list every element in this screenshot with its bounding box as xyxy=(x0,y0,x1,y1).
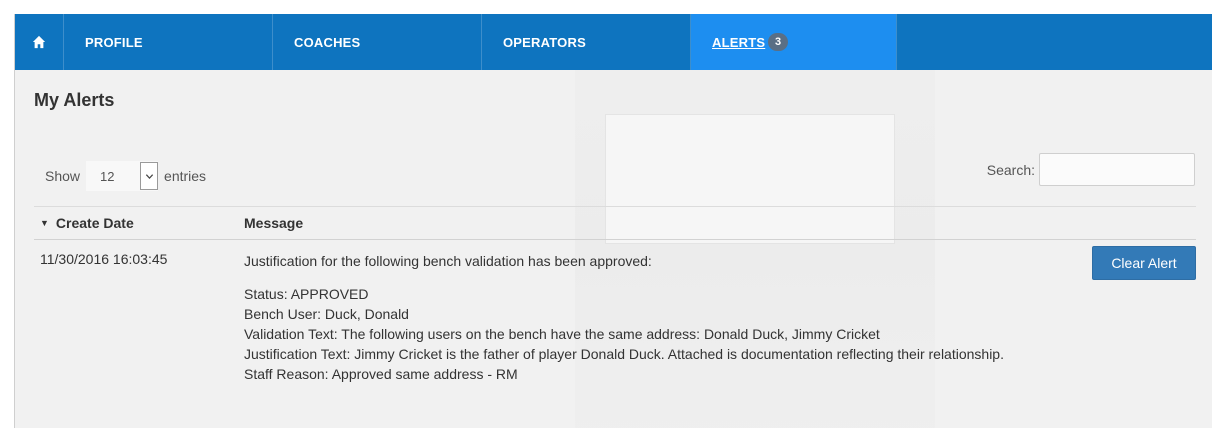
table-row: 11/30/2016 16:03:45 Justification for th… xyxy=(34,240,1196,384)
alert-message: Justification for the following bench va… xyxy=(244,251,1074,384)
alert-detail-staff-reason: Staff Reason: Approved same address - RM xyxy=(244,366,518,382)
sort-desc-icon: ▼ xyxy=(40,218,49,228)
entries-label: entries xyxy=(164,168,207,184)
search-label: Search: xyxy=(986,161,1035,178)
column-header-label: Create Date xyxy=(55,215,134,231)
alert-create-date: 11/30/2016 16:03:45 xyxy=(40,251,168,267)
nav-tab-label: PROFILE xyxy=(85,34,143,50)
show-label: Show xyxy=(45,168,81,184)
alert-detail-bench-user: Bench User: Duck, Donald xyxy=(244,306,409,322)
alert-detail-status: Status: APPROVED xyxy=(244,286,369,302)
alert-detail-validation-text: Validation Text: The following users on … xyxy=(244,326,880,342)
nav-tab-alerts[interactable]: ALERTS 3 xyxy=(691,14,897,70)
nav-tab-label: ALERTS xyxy=(712,34,766,50)
nav-tab-operators[interactable]: OPERATORS xyxy=(482,14,691,70)
nav-tab-profile[interactable]: PROFILE xyxy=(64,14,273,70)
alerts-count-badge: 3 xyxy=(768,33,789,51)
clear-alert-button[interactable]: Clear Alert xyxy=(1092,246,1196,280)
top-navbar: PROFILE COACHES OPERATORS ALERTS 3 xyxy=(15,14,1212,70)
alert-message-intro: Justification for the following bench va… xyxy=(244,253,652,269)
entries-length-control: Show 12 entries xyxy=(45,161,206,191)
entries-select-value: 12 xyxy=(100,168,115,184)
column-header-create-date[interactable]: ▼ Create Date xyxy=(34,215,244,231)
page-title: My Alerts xyxy=(34,90,115,110)
nav-tab-label: OPERATORS xyxy=(503,34,586,50)
nav-tab-label: COACHES xyxy=(294,34,361,50)
table-header: ▼ Create Date Message xyxy=(34,206,1196,240)
alert-detail-justification-text: Justification Text: Jimmy Cricket is the… xyxy=(244,346,1004,362)
home-button[interactable] xyxy=(15,14,64,70)
app-frame: PROFILE COACHES OPERATORS ALERTS 3 My Al… xyxy=(14,14,1212,428)
alerts-table: ▼ Create Date Message 11/30/2016 16:03:4… xyxy=(34,206,1196,384)
search-control: Search: xyxy=(987,153,1195,186)
home-icon xyxy=(32,35,46,49)
column-header-message[interactable]: Message xyxy=(244,215,303,231)
column-header-label: Message xyxy=(244,215,304,231)
nav-tab-coaches[interactable]: COACHES xyxy=(273,14,482,70)
entries-select[interactable]: 12 xyxy=(86,161,159,191)
search-input[interactable] xyxy=(1039,153,1195,186)
chevron-down-icon[interactable] xyxy=(140,162,159,190)
